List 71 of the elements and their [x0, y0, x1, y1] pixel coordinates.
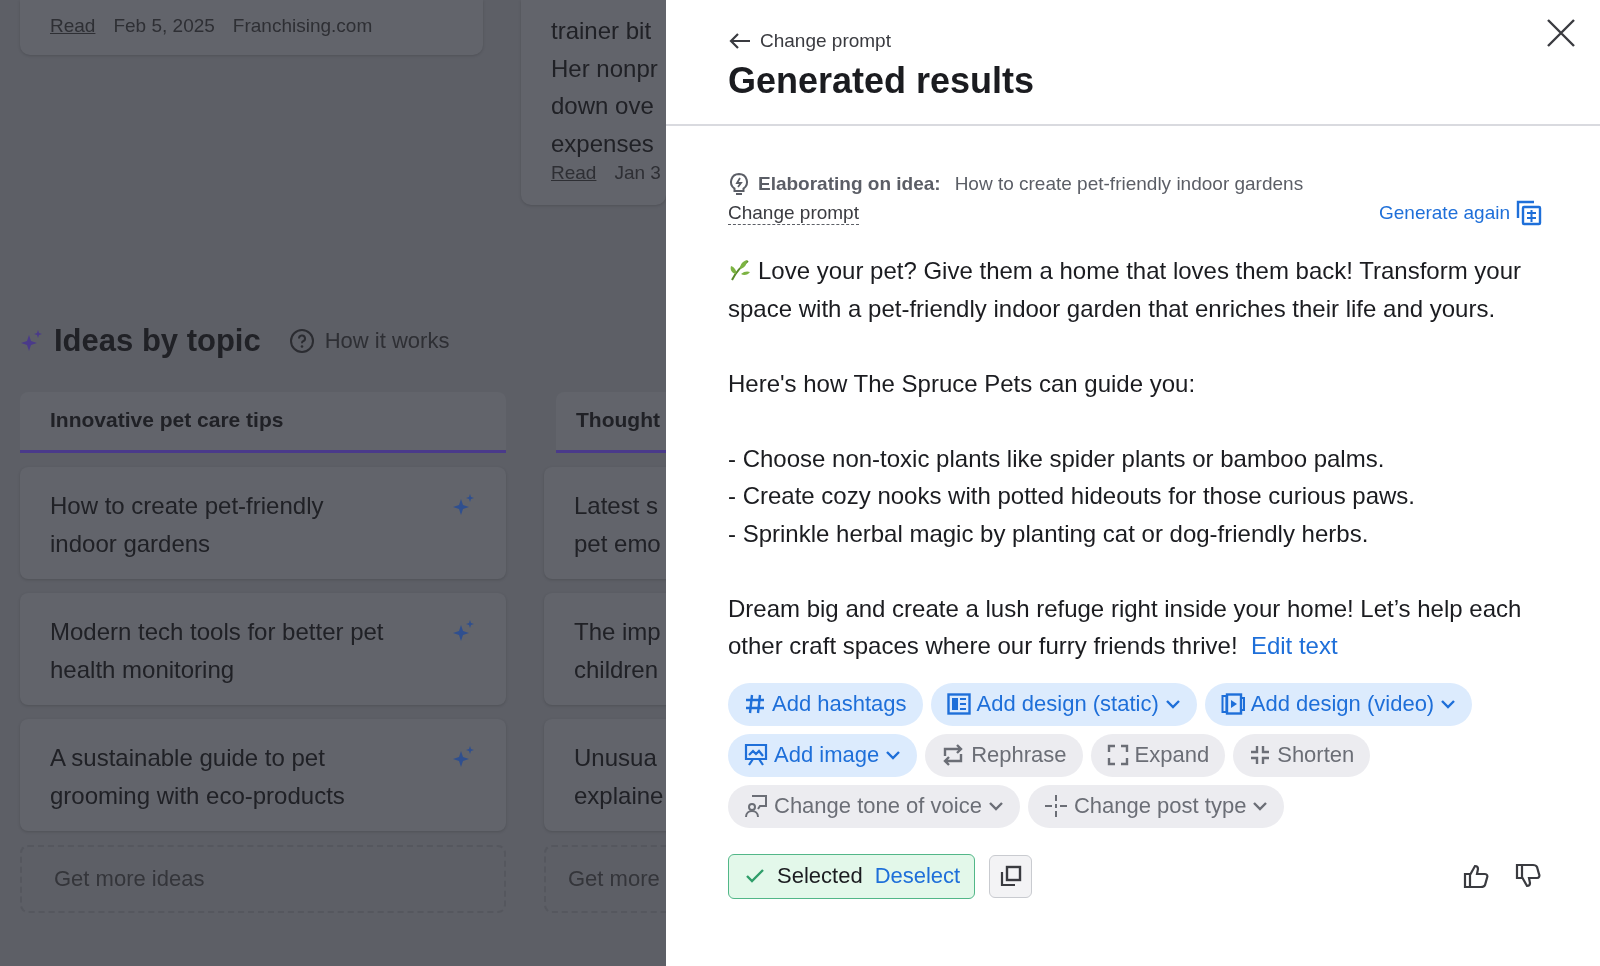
read-link[interactable]: Read — [551, 162, 597, 184]
action-button[interactable]: Add design (video) — [1204, 682, 1473, 726]
idea-text: Modern tech tools for better pet health monitoring — [50, 617, 385, 685]
post-text: - Choose non-toxic plants like spider plants or bamboo palms. — [728, 443, 1386, 474]
news-text: trainer bit — [551, 16, 653, 46]
selection-label: Selected — [777, 863, 863, 889]
layout-icon — [946, 693, 971, 715]
thumbs-down-icon[interactable] — [1514, 862, 1542, 890]
idea-card[interactable]: Latest s pet emo — [544, 467, 666, 579]
copy-icon — [999, 865, 1022, 887]
expand-icon — [1106, 744, 1129, 766]
action-button[interactable]: Add design (static) — [930, 682, 1197, 726]
split-icon — [1043, 794, 1068, 818]
thumbs-up-icon[interactable] — [1462, 862, 1490, 890]
deselect-link[interactable]: Deselect — [874, 863, 961, 889]
video-icon — [1220, 693, 1245, 715]
post-text: Love your pet? Give them a home that loves them back! Transform your space with a pet-friendly indoor garden that enriches their life and yours. — [728, 256, 1523, 324]
post-text: Here's how The Spruce Pets can guide you: — [728, 368, 1197, 399]
news-text: Her nonpr — [551, 53, 659, 84]
back-link[interactable]: Change prompt — [728, 30, 1550, 52]
post-text: - Create cozy nooks with potted hideouts for those curious paws. — [728, 481, 1417, 511]
image-icon — [744, 743, 768, 767]
section-title: Ideas by topic — [54, 323, 261, 359]
news-date: Jan 3 — [614, 162, 661, 184]
news-text: expenses — [551, 128, 655, 159]
idea-value: How to create pet-friendly indoor gardens — [954, 173, 1304, 195]
edit-text-link[interactable]: Edit text — [1250, 632, 1338, 659]
chevron-down-icon — [1252, 801, 1269, 811]
idea-card[interactable]: How to create pet-friendly indoor gardens — [20, 467, 506, 579]
news-source: Franchising.com — [232, 15, 373, 37]
close-icon[interactable] — [1546, 18, 1576, 48]
change-prompt-link[interactable]: Change prompt — [728, 201, 859, 225]
person-icon — [744, 794, 768, 818]
idea-text: Latest s pet emo — [574, 491, 662, 559]
herb-icon — [728, 258, 752, 282]
copy-button[interactable] — [989, 854, 1033, 898]
action-button[interactable]: Rephrase — [925, 733, 1083, 777]
idea-text: The imp children — [574, 617, 662, 685]
idea-card[interactable]: Unusua explaine — [544, 719, 666, 831]
action-button[interactable]: Expand — [1090, 733, 1226, 777]
topic-tab[interactable]: Innovative pet care tips — [20, 392, 506, 453]
news-text: down ove — [551, 91, 655, 121]
action-button[interactable]: Shorten — [1233, 733, 1371, 777]
chevron-down-icon — [885, 750, 902, 760]
idea-card[interactable]: The imp children — [544, 593, 666, 705]
idea-text: How to create pet-friendly indoor gardens — [50, 491, 325, 559]
copy-grid-icon — [1516, 200, 1542, 226]
chevron-down-icon — [1164, 699, 1181, 709]
idea-text: Unusua explaine — [574, 743, 664, 811]
chevron-down-icon — [1440, 699, 1457, 709]
chevron-down-icon — [987, 801, 1004, 811]
lightbulb-icon — [728, 172, 750, 196]
post-text: - Sprinkle herbal magic by planting cat or dog-friendly herbs. — [728, 518, 1370, 549]
hash-icon — [744, 693, 766, 715]
panel-title: Generated results — [728, 60, 1036, 102]
action-button[interactable]: Add hashtags — [728, 682, 923, 726]
idea-text: A sustainable guide to pet grooming with eco-products — [50, 743, 346, 811]
action-button[interactable]: Change post type — [1027, 784, 1285, 828]
back-arrow-icon — [728, 32, 752, 50]
topic-tab[interactable]: Thought — [556, 392, 666, 453]
idea-card[interactable]: A sustainable guide to pet grooming with eco-products — [20, 719, 506, 831]
sparkle-icon — [20, 329, 44, 353]
action-button[interactable]: Change tone of voice — [728, 784, 1020, 828]
check-icon — [745, 868, 765, 884]
shrink-icon — [1249, 744, 1272, 766]
action-button[interactable]: Add image — [728, 733, 918, 777]
read-link[interactable]: Read — [50, 15, 96, 37]
post-text: Dream big and create a lush refuge right inside your home! Let’s help each other craft spaces where our furry friends thrive! Edit text — [728, 593, 1523, 661]
idea-card[interactable]: Modern tech tools for better pet health monitoring — [20, 593, 506, 705]
idea-label: Elaborating on idea: — [758, 173, 941, 195]
generate-again-link[interactable]: Generate again — [1379, 200, 1542, 226]
